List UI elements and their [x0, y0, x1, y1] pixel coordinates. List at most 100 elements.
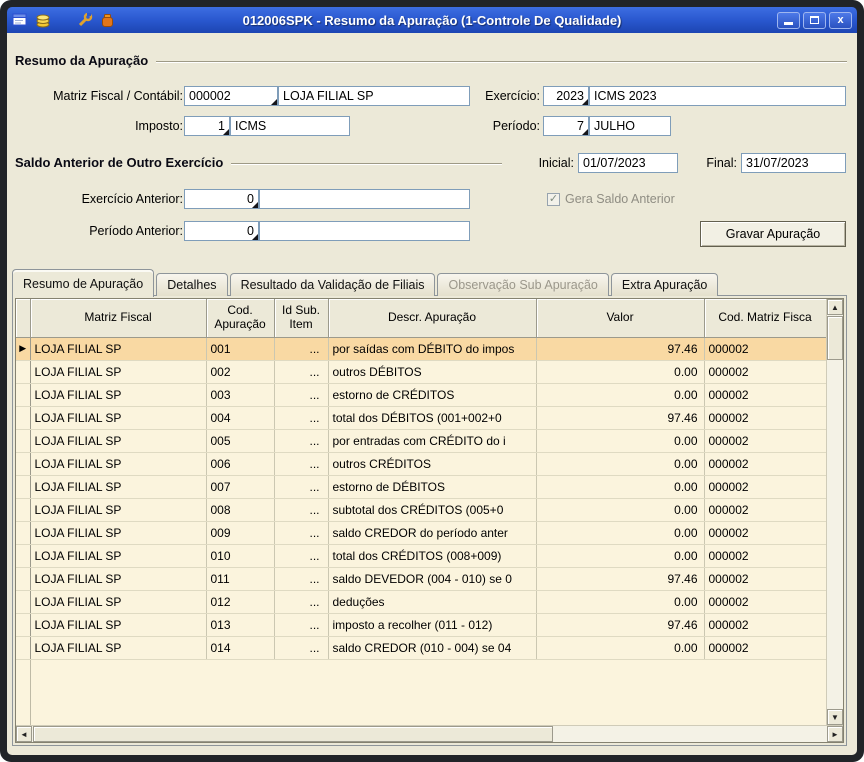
coins-icon[interactable]	[35, 13, 51, 28]
table-row[interactable]: LOJA FILIAL SP012...deduções0.00000002	[16, 590, 826, 613]
cell-cod[interactable]: 002	[206, 360, 274, 383]
cell-cod[interactable]: 013	[206, 613, 274, 636]
cell-valor[interactable]: 97.46	[536, 567, 704, 590]
cell-idsub[interactable]: ...	[274, 452, 328, 475]
periodo-code-field[interactable]: 7	[543, 116, 589, 136]
matriz-desc-field[interactable]: LOJA FILIAL SP	[278, 86, 470, 106]
vertical-scroll-thumb[interactable]	[827, 316, 843, 360]
close-button[interactable]: x	[829, 12, 852, 29]
table-row[interactable]: LOJA FILIAL SP007...estorno de DÉBITOS0.…	[16, 475, 826, 498]
cell-indicator[interactable]	[16, 383, 30, 406]
table-row[interactable]: LOJA FILIAL SP003...estorno de CRÉDITOS0…	[16, 383, 826, 406]
cell-codmatriz[interactable]: 000002	[704, 567, 826, 590]
table-row[interactable]: LOJA FILIAL SP006...outros CRÉDITOS0.000…	[16, 452, 826, 475]
cell-idsub[interactable]: ...	[274, 383, 328, 406]
cell-indicator[interactable]	[16, 452, 30, 475]
cell-idsub[interactable]: ...	[274, 544, 328, 567]
cell-codmatriz[interactable]: 000002	[704, 429, 826, 452]
cell-cod[interactable]: 010	[206, 544, 274, 567]
cell-indicator[interactable]	[16, 613, 30, 636]
cell-cod[interactable]: 014	[206, 636, 274, 659]
cell-idsub[interactable]: ...	[274, 406, 328, 429]
cell-indicator[interactable]	[16, 475, 30, 498]
cell-cod[interactable]: 004	[206, 406, 274, 429]
cell-idsub[interactable]: ...	[274, 636, 328, 659]
cell-matriz[interactable]: LOJA FILIAL SP	[30, 521, 206, 544]
cell-descr[interactable]: outros CRÉDITOS	[328, 452, 536, 475]
final-date-field[interactable]: 31/07/2023	[741, 153, 846, 173]
cell-cod[interactable]: 006	[206, 452, 274, 475]
cell-matriz[interactable]: LOJA FILIAL SP	[30, 544, 206, 567]
cell-codmatriz[interactable]: 000002	[704, 475, 826, 498]
cell-valor[interactable]: 0.00	[536, 383, 704, 406]
cell-indicator[interactable]	[16, 521, 30, 544]
cell-idsub[interactable]: ...	[274, 429, 328, 452]
column-header-cod[interactable]: Cod. Apuração	[206, 299, 274, 337]
table-row[interactable]: ▶LOJA FILIAL SP001...por saídas com DÉBI…	[16, 337, 826, 360]
cell-matriz[interactable]: LOJA FILIAL SP	[30, 337, 206, 360]
cell-matriz[interactable]: LOJA FILIAL SP	[30, 452, 206, 475]
exercicio-anterior-desc-field[interactable]	[259, 189, 470, 209]
title-bar[interactable]: 012006SPK - Resumo da Apuração (1-Contro…	[7, 7, 857, 33]
cell-idsub[interactable]: ...	[274, 613, 328, 636]
tab-3[interactable]: Resultado da Validação de Filiais	[230, 273, 436, 296]
cell-valor[interactable]: 0.00	[536, 360, 704, 383]
maximize-button[interactable]	[803, 12, 826, 29]
cell-descr[interactable]: saldo CREDOR (010 - 004) se 04	[328, 636, 536, 659]
column-header-idsub[interactable]: Id Sub. Item	[274, 299, 328, 337]
horizontal-scroll-thumb[interactable]	[33, 726, 553, 742]
cell-cod[interactable]: 011	[206, 567, 274, 590]
cell-cod[interactable]: 009	[206, 521, 274, 544]
cell-descr[interactable]: por saídas com DÉBITO do impos	[328, 337, 536, 360]
inicial-date-field[interactable]: 01/07/2023	[578, 153, 678, 173]
cell-descr[interactable]: subtotal dos CRÉDITOS (005+0	[328, 498, 536, 521]
cell-matriz[interactable]: LOJA FILIAL SP	[30, 429, 206, 452]
table-row[interactable]: LOJA FILIAL SP011...saldo DEVEDOR (004 -…	[16, 567, 826, 590]
cell-idsub[interactable]: ...	[274, 567, 328, 590]
cell-descr[interactable]: imposto a recolher (011 - 012)	[328, 613, 536, 636]
cell-descr[interactable]: deduções	[328, 590, 536, 613]
package-icon[interactable]	[100, 13, 115, 28]
cell-indicator[interactable]	[16, 636, 30, 659]
cell-valor[interactable]: 97.46	[536, 406, 704, 429]
cell-descr[interactable]: por entradas com CRÉDITO do i	[328, 429, 536, 452]
cell-codmatriz[interactable]: 000002	[704, 636, 826, 659]
cell-indicator[interactable]	[16, 429, 30, 452]
cell-matriz[interactable]: LOJA FILIAL SP	[30, 613, 206, 636]
cell-matriz[interactable]: LOJA FILIAL SP	[30, 567, 206, 590]
cell-matriz[interactable]: LOJA FILIAL SP	[30, 498, 206, 521]
table-row[interactable]: LOJA FILIAL SP002...outros DÉBITOS0.0000…	[16, 360, 826, 383]
cell-codmatriz[interactable]: 000002	[704, 544, 826, 567]
cell-valor[interactable]: 0.00	[536, 636, 704, 659]
cell-idsub[interactable]: ...	[274, 475, 328, 498]
imposto-code-field[interactable]: 1	[184, 116, 230, 136]
table-row[interactable]: LOJA FILIAL SP008...subtotal dos CRÉDITO…	[16, 498, 826, 521]
cell-matriz[interactable]: LOJA FILIAL SP	[30, 360, 206, 383]
cell-indicator[interactable]	[16, 360, 30, 383]
cell-cod[interactable]: 012	[206, 590, 274, 613]
cell-idsub[interactable]: ...	[274, 521, 328, 544]
minimize-button[interactable]	[777, 12, 800, 29]
exercicio-code-field[interactable]: 2023	[543, 86, 589, 106]
scroll-down-button[interactable]: ▼	[827, 709, 843, 725]
cell-valor[interactable]: 0.00	[536, 429, 704, 452]
exercicio-desc-field[interactable]: ICMS 2023	[589, 86, 846, 106]
cell-valor[interactable]: 0.00	[536, 590, 704, 613]
cell-descr[interactable]: saldo CREDOR do período anter	[328, 521, 536, 544]
matriz-code-field[interactable]: 000002	[184, 86, 278, 106]
cell-cod[interactable]: 008	[206, 498, 274, 521]
cell-cod[interactable]: 003	[206, 383, 274, 406]
cell-matriz[interactable]: LOJA FILIAL SP	[30, 475, 206, 498]
scroll-right-button[interactable]: ►	[827, 726, 843, 742]
cell-descr[interactable]: total dos DÉBITOS (001+002+0	[328, 406, 536, 429]
cell-matriz[interactable]: LOJA FILIAL SP	[30, 383, 206, 406]
cell-codmatriz[interactable]: 000002	[704, 406, 826, 429]
wrench-icon[interactable]	[77, 13, 93, 28]
cell-indicator[interactable]	[16, 406, 30, 429]
cell-descr[interactable]: outros DÉBITOS	[328, 360, 536, 383]
cell-codmatriz[interactable]: 000002	[704, 521, 826, 544]
cell-valor[interactable]: 0.00	[536, 544, 704, 567]
cell-cod[interactable]: 005	[206, 429, 274, 452]
table-row[interactable]: LOJA FILIAL SP014...saldo CREDOR (010 - …	[16, 636, 826, 659]
table-row[interactable]: LOJA FILIAL SP013...imposto a recolher (…	[16, 613, 826, 636]
